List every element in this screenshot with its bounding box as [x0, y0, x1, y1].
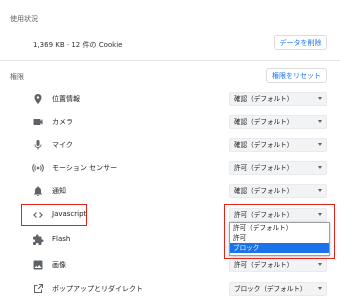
chevron-down-icon [318, 120, 322, 123]
popups-permission-value: ブロック（デフォルト） [234, 285, 307, 293]
chevron-down-icon [318, 143, 322, 146]
popup-icon [32, 283, 44, 295]
location-permission-value: 確認（デフォルト） [234, 95, 294, 103]
permission-label-popups: ポップアップとリダイレクト [52, 285, 143, 293]
camera-icon [32, 116, 44, 128]
camera-permission-select[interactable]: 確認（デフォルト） [229, 115, 327, 129]
permission-label-flash: Flash [52, 235, 71, 243]
permission-row-notifications: 通知 確認（デフォルト） [0, 181, 340, 201]
highlight-box-javascript-label [21, 204, 87, 226]
camera-permission-value: 確認（デフォルト） [234, 118, 294, 126]
images-permission-select[interactable]: 許可（デフォルト） [229, 258, 327, 272]
popups-permission-select[interactable]: ブロック（デフォルト） [229, 282, 327, 296]
chevron-down-icon [318, 97, 322, 100]
permission-label-location: 位置情報 [52, 95, 80, 103]
microphone-permission-value: 確認（デフォルト） [234, 141, 294, 149]
permissions-section-title: 権限 [10, 73, 24, 81]
puzzle-icon [32, 234, 44, 246]
microphone-icon [32, 139, 44, 151]
clear-data-button[interactable]: データを削除 [274, 35, 327, 50]
location-pin-icon [32, 93, 44, 105]
notifications-permission-select[interactable]: 確認（デフォルト） [229, 184, 327, 198]
permission-label-notifications: 通知 [52, 187, 66, 195]
microphone-permission-select[interactable]: 確認（デフォルト） [229, 138, 327, 152]
permission-row-popups: ポップアップとリダイレクト ブロック（デフォルト） [0, 279, 340, 299]
permission-row-microphone: マイク 確認（デフォルト） [0, 135, 340, 155]
permission-row-motion-sensor: モーション センサー 許可（デフォルト） [0, 158, 340, 178]
chevron-down-icon [318, 263, 322, 266]
permission-row-camera: カメラ 確認（デフォルト） [0, 112, 340, 132]
motion-sensor-permission-value: 許可（デフォルト） [234, 164, 294, 172]
chevron-down-icon [318, 287, 322, 290]
chevron-down-icon [318, 166, 322, 169]
usage-summary: 1,369 KB · 12 件の Cookie [33, 41, 123, 49]
images-permission-value: 許可（デフォルト） [234, 261, 294, 269]
reset-permissions-button[interactable]: 権限をリセット [266, 68, 327, 83]
permission-row-location: 位置情報 確認（デフォルト） [0, 89, 340, 109]
notifications-permission-value: 確認（デフォルト） [234, 187, 294, 195]
location-permission-select[interactable]: 確認（デフォルト） [229, 92, 327, 106]
motion-sensor-icon [32, 162, 44, 174]
usage-section-title: 使用状況 [10, 15, 38, 23]
permission-label-images: 画像 [52, 261, 66, 269]
image-icon [32, 259, 44, 271]
bell-icon [32, 185, 44, 197]
chevron-down-icon [318, 189, 322, 192]
permission-label-motion-sensor: モーション センサー [52, 164, 118, 172]
permission-label-camera: カメラ [52, 118, 73, 126]
highlight-box-javascript-dropdown [224, 204, 335, 259]
motion-sensor-permission-select[interactable]: 許可（デフォルト） [229, 161, 327, 175]
section-divider [0, 60, 340, 61]
permission-label-microphone: マイク [52, 141, 73, 149]
